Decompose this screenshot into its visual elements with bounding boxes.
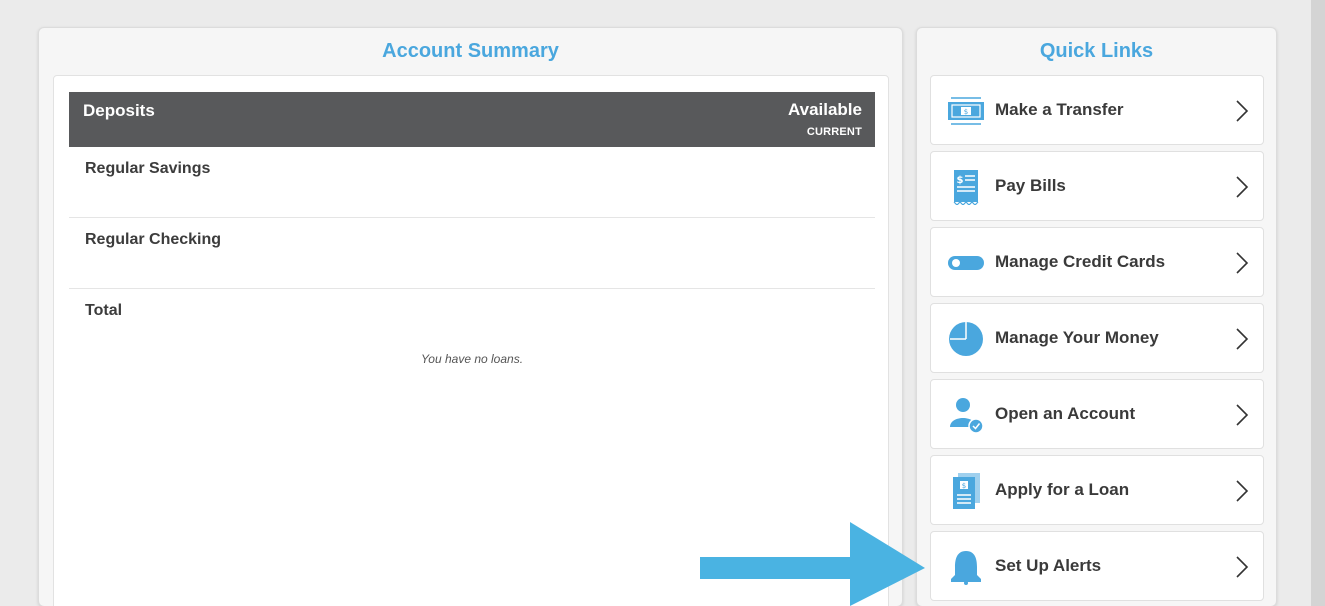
quick-links-title: Quick Links	[1039, 40, 1154, 62]
quick-link-set-up-alerts[interactable]: Set Up Alerts	[930, 531, 1264, 601]
chevron-right-icon	[1236, 480, 1249, 502]
chevron-right-icon	[1236, 100, 1249, 122]
available-column-header[interactable]: Available	[788, 100, 862, 120]
svg-text:$: $	[962, 482, 966, 490]
quick-link-label[interactable]: Pay Bills	[995, 176, 1066, 196]
user-check-icon	[950, 398, 984, 433]
deposits-table-header: Deposits Available CURRENT	[69, 92, 875, 147]
quick-link-apply-loan[interactable]: $ Apply for a Loan	[930, 455, 1264, 525]
table-row[interactable]: Regular Savings	[69, 147, 875, 218]
account-name[interactable]: Regular Checking	[85, 231, 221, 249]
no-loans-message: You have no loans.	[420, 352, 524, 366]
quick-link-manage-your-money[interactable]: Manage Your Money	[930, 303, 1264, 373]
quick-link-pay-bills[interactable]: $ Pay Bills	[930, 151, 1264, 221]
quick-link-label[interactable]: Open an Account	[995, 404, 1135, 424]
bill-icon: $	[953, 170, 979, 205]
account-summary-title: Account Summary	[382, 40, 559, 62]
quick-link-open-account[interactable]: Open an Account	[930, 379, 1264, 449]
chevron-right-icon	[1236, 176, 1249, 198]
quick-link-label[interactable]: Apply for a Loan	[995, 480, 1129, 500]
transfer-icon: $	[948, 97, 984, 125]
total-label: Total	[85, 302, 123, 319]
quick-link-label[interactable]: Manage Credit Cards	[995, 252, 1165, 272]
table-row[interactable]: Regular Checking	[69, 218, 875, 289]
quick-links-panel: Quick Links $ Make a Transfer $ Pay Bill…	[916, 27, 1277, 606]
chevron-right-icon	[1236, 252, 1249, 274]
credit-card-toggle-icon	[948, 256, 984, 270]
svg-text:$: $	[957, 175, 964, 186]
current-column-subheader: CURRENT	[806, 126, 862, 138]
quick-link-label[interactable]: Manage Your Money	[995, 328, 1159, 348]
total-row: Total	[69, 289, 875, 360]
chevron-right-icon	[1236, 556, 1249, 578]
account-summary-panel: Account Summary Deposits Available CURRE…	[38, 27, 903, 606]
quick-link-make-transfer[interactable]: $ Make a Transfer	[930, 75, 1264, 145]
quick-link-label[interactable]: Set Up Alerts	[995, 556, 1101, 576]
chevron-right-icon	[1236, 328, 1249, 350]
loan-document-icon: $	[953, 473, 980, 509]
svg-text:$: $	[964, 108, 968, 116]
pie-chart-icon	[949, 322, 983, 356]
quick-link-label[interactable]: Make a Transfer	[995, 100, 1124, 120]
bell-icon	[951, 551, 981, 585]
chevron-right-icon	[1236, 404, 1249, 426]
quick-link-manage-credit-cards[interactable]: Manage Credit Cards	[930, 227, 1264, 297]
window-scrollbar[interactable]	[1311, 0, 1325, 606]
pointer-arrow-annotation	[700, 522, 925, 606]
account-name[interactable]: Regular Savings	[85, 160, 210, 178]
deposits-header-label: Deposits	[83, 101, 155, 120]
